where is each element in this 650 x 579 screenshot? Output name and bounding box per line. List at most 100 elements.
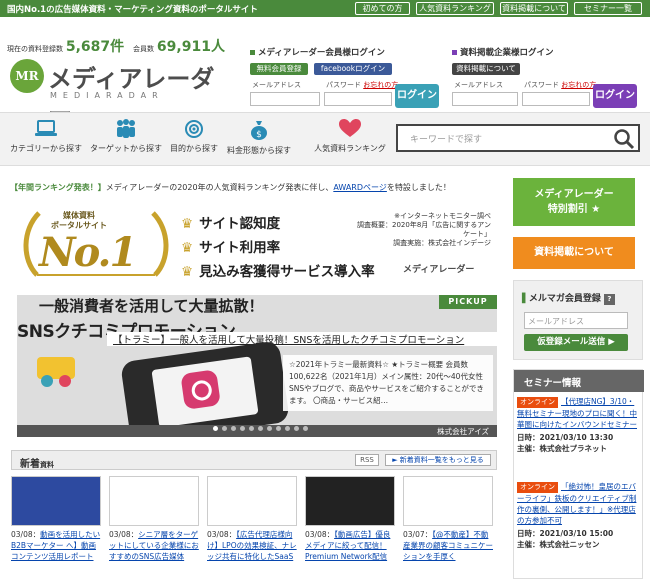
seminar-tag: オンライン — [517, 482, 558, 493]
pickup-feature[interactable]: PICKUP 一般消費者を活用して大量拡散！ SNSクチコミプロモーション 【ト… — [17, 295, 497, 437]
target-icon — [185, 120, 203, 138]
slide-dot[interactable] — [231, 426, 236, 431]
top-bar: 国内No.1の広告媒体資料・マーケティング資料のポータルサイト 初めての方 人気… — [0, 0, 650, 17]
new-item-thumbnail — [109, 476, 199, 526]
rss-button[interactable]: RSS — [355, 454, 379, 466]
category-browse[interactable]: カテゴリーから探す — [8, 119, 84, 154]
facebook-login-button[interactable]: facebookログイン — [314, 63, 392, 75]
new-arrivals-title: 新着 — [20, 459, 40, 470]
newsletter-submit-button[interactable]: 仮登録メール送信 ▶ — [524, 334, 628, 351]
crown-icon: ♛ — [181, 216, 194, 232]
new-item-thumbnail — [305, 476, 395, 526]
slide-dot[interactable] — [294, 426, 299, 431]
company-email-input[interactable] — [452, 92, 518, 106]
newsletter-email-input[interactable]: メールアドレス — [524, 312, 628, 329]
nav-listing[interactable]: 資料掲載について — [500, 2, 568, 15]
ranking-browse-label: 人気資料ランキング — [314, 144, 386, 153]
site-header: 現在の資料登録数 5,687件 会員数 69,911人 MR メディアレーダー … — [0, 17, 650, 128]
count-value-documents: 5,687件 — [65, 39, 125, 55]
slide-dot[interactable] — [222, 426, 227, 431]
people-icon — [117, 119, 135, 138]
slide-dot[interactable] — [267, 426, 272, 431]
member-email-input[interactable] — [250, 92, 320, 106]
free-register-button[interactable]: 無料会員登録 — [250, 63, 308, 75]
logo-mark-icon: MR — [10, 59, 44, 93]
monitor-icon — [35, 120, 57, 136]
logo-subtext: MEDIARADAR — [50, 91, 164, 100]
company-login-button[interactable]: ログイン — [593, 84, 637, 108]
new-item-1[interactable]: 03/08：動画を活用したい B2Bマーケター へ】動画コンテンツ活用レポート — [11, 476, 101, 562]
slide-dots[interactable] — [213, 424, 312, 434]
special-discount-button[interactable]: メディアレーダー 特別割引 ★ — [513, 178, 635, 226]
new-item-3[interactable]: 03/08：【広告代理店様向け】LPOの効果検証、ナレッジ共有に特化したSaaS — [207, 476, 297, 562]
member-login-marker-icon — [250, 50, 255, 55]
crown-icon: ♛ — [181, 240, 194, 256]
purpose-browse[interactable]: 目的から探す — [166, 119, 222, 154]
nav-seminars[interactable]: セミナー一覧 — [574, 2, 642, 15]
slide-dot[interactable] — [258, 426, 263, 431]
member-login-button[interactable]: ログイン — [395, 84, 439, 108]
announcement-prefix: 【年間ランキング発表！】 — [10, 183, 106, 192]
no1-banner[interactable]: 媒体資料 ポータルサイト No.1 ♛ サイト認知度 ♛ サイト利用率 ♛ 見込み客獲得… — [17, 205, 497, 285]
seminar-tag: オンライン — [517, 397, 558, 408]
newsletter-title: メルマガ会員登録 — [528, 294, 601, 304]
announcement: 【年間ランキング発表！】メディアレーダーの2020年の人気資料ランキング発表に伴… — [10, 182, 451, 193]
pickup-description: ☆2021年トラミー最新資料☆ ★トラミー概要 会員数100,622名（2021… — [283, 355, 493, 411]
company-forgot-link[interactable]: お忘れの方 — [561, 81, 596, 89]
award-page-link[interactable]: AWARDページ — [333, 183, 387, 192]
company-login: 資料掲載企業様ログイン 資料掲載について メールアドレス パスワード お忘れの方… — [452, 46, 642, 108]
target-browse[interactable]: ターゲットから探す — [90, 119, 162, 154]
seminar-item-1[interactable]: オンライン 【代理店NG】3/10・無料セミナー現地のプロに聞く！中華圏に向けたイ… — [517, 396, 641, 454]
slide-dot[interactable] — [303, 426, 308, 431]
site-logo[interactable]: MR メディアレーダー MEDIARADAR — [10, 59, 230, 128]
more-new-arrivals-button[interactable]: ► 新着資料一覧をもっと見る — [385, 454, 491, 466]
keyword-search[interactable]: キーワードで探す — [396, 124, 640, 152]
company-login-marker-icon — [452, 50, 457, 55]
pickup-title-link[interactable]: 【トラミー】一般人を活用して大量投稿！SNSを活用したクチコミプロモーション — [113, 332, 464, 346]
seminar-item-2[interactable]: オンライン 「絶対怖！皇居のエバーライフ」鉄板のクリエイティブ制作の裏側、公開しま… — [517, 481, 641, 550]
member-login-title: メディアレーダー会員様ログイン — [258, 48, 385, 58]
member-forgot-link[interactable]: お忘れの方 — [363, 81, 398, 89]
slide-dot[interactable] — [213, 426, 218, 431]
new-item-5[interactable]: 03/07：【@不動産】不動産業界の顧客コミュニケーションを手厚く — [403, 476, 493, 562]
slide-dot[interactable] — [240, 426, 245, 431]
help-icon[interactable]: ? — [603, 294, 615, 305]
new-arrivals-header: 新着資料 RSS ► 新着資料一覧をもっと見る — [11, 450, 497, 470]
pickup-company: 株式会社アイズ — [437, 427, 489, 436]
company-login-title: 資料掲載企業様ログイン — [460, 48, 554, 58]
pickup-headline-1: 一般消費者を活用して大量拡散！ — [39, 297, 264, 315]
new-item-2[interactable]: 03/08：シニア層をターゲットにしている企業様におすすめのSNS広告媒体 — [109, 476, 199, 562]
slide-dot[interactable] — [249, 426, 254, 431]
banner-note-1: ※インターネットモニター調べ — [394, 212, 491, 220]
special-discount-line-2: 特別割引 ★ — [547, 204, 601, 215]
slide-dot[interactable] — [285, 426, 290, 431]
member-password-label: パスワード — [326, 81, 361, 89]
ranking-browse[interactable]: 人気資料ランキング — [312, 119, 388, 154]
camera-app-icon — [180, 369, 221, 410]
search-icon[interactable] — [613, 128, 635, 150]
price-browse[interactable]: $ 料金形態から探す — [224, 119, 294, 156]
search-input[interactable]: キーワードで探す — [410, 132, 482, 145]
listing-about-button[interactable]: 資料掲載について — [452, 63, 520, 75]
new-item-4[interactable]: 03/08：【動画広告】優良メディアに絞って配信！Premium Network… — [305, 476, 395, 562]
banner-logo: メディアレーダー — [403, 265, 475, 275]
seminar-date: 日時：2021/03/10 13:30 — [517, 433, 614, 442]
banner-line-2: サイト利用率 — [199, 240, 281, 256]
site-counts: 現在の資料登録数 5,687件 会員数 69,911人 — [7, 36, 231, 56]
new-item-date: 03/08： — [305, 530, 335, 539]
banner-line-1: サイト認知度 — [199, 216, 281, 232]
member-password-input[interactable] — [324, 92, 392, 106]
company-password-input[interactable] — [522, 92, 590, 106]
moneybag-icon: $ — [251, 121, 267, 140]
seminar-info: セミナー情報 オンライン 【代理店NG】3/10・無料セミナー現地のプロに聞く！中… — [513, 369, 644, 579]
new-item-thumbnail — [403, 476, 493, 526]
announcement-body: メディアレーダーの2020年の人気資料ランキング発表に伴し、 — [105, 183, 334, 192]
company-email-label: メールアドレス — [454, 81, 503, 89]
nav-first-time[interactable]: 初めての方 — [355, 2, 410, 15]
special-discount-line-1: メディアレーダー — [534, 189, 614, 200]
badge-sub-1: 媒体資料 — [63, 211, 95, 220]
nav-ranking[interactable]: 人気資料ランキング — [416, 2, 494, 15]
slide-dot[interactable] — [276, 426, 281, 431]
crown-icon: ♛ — [181, 264, 194, 280]
listing-info-button[interactable]: 資料掲載について — [513, 237, 635, 269]
